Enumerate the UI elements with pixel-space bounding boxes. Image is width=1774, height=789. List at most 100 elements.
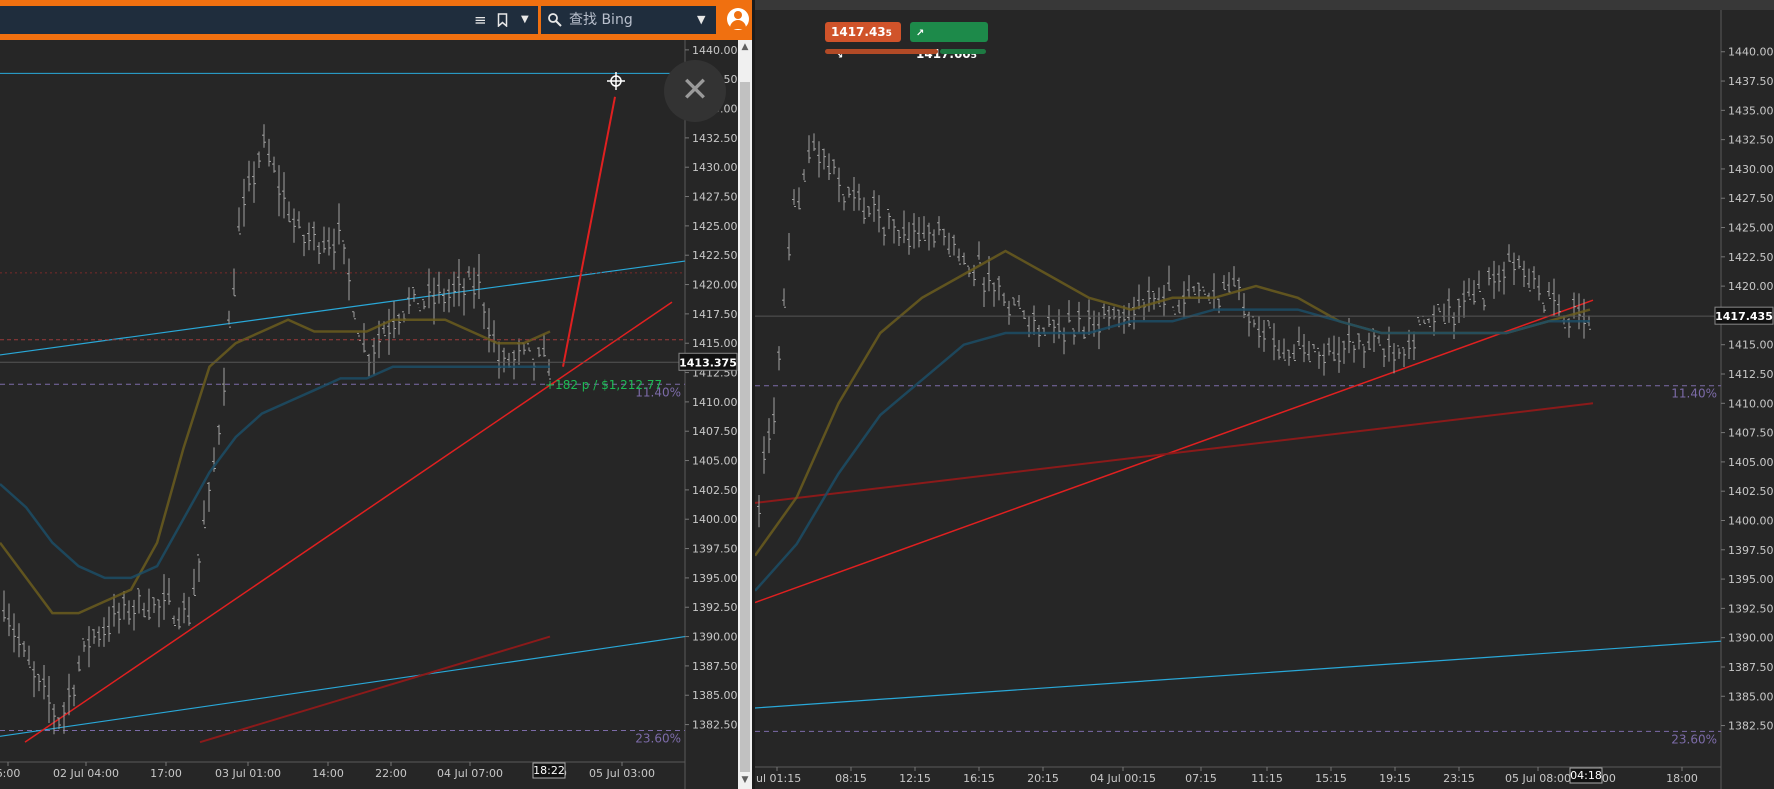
price-tick-label: 1425.00 bbox=[692, 220, 738, 233]
trend-line-red bbox=[755, 299, 1594, 604]
trend-line-red-projection bbox=[562, 96, 616, 367]
trend-line-cyan-lower bbox=[755, 640, 1722, 709]
price-tick-label: 1407.50 bbox=[1728, 427, 1774, 440]
time-tick-label: 15:15 bbox=[1315, 772, 1347, 785]
right-chart[interactable]: 1440.00 1437.50 1435.00 1432.50 1430.00 1427.… bbox=[755, 0, 1774, 789]
time-tick-label: 19:15 bbox=[1379, 772, 1411, 785]
price-tick-label: 1412.50 bbox=[1728, 368, 1774, 381]
search-input[interactable]: 查找 Bing bbox=[569, 6, 633, 34]
price-tick-label: 1440.00 bbox=[692, 44, 738, 57]
fib-level-label: 23.60% bbox=[1671, 732, 1717, 746]
time-tick-label: 17:00 bbox=[150, 767, 182, 780]
trend-line-cyan-lower bbox=[0, 635, 686, 737]
time-tick-label: 03 Jul 01:00 bbox=[215, 767, 281, 780]
price-tick-label: 1402.50 bbox=[692, 484, 738, 497]
avatar-icon bbox=[727, 8, 749, 30]
time-tick-label: 14:00 bbox=[312, 767, 344, 780]
price-tick-label: 1427.50 bbox=[1728, 192, 1774, 205]
price-tick-label: 1435.00 bbox=[1728, 104, 1774, 117]
price-tick-label: 1395.00 bbox=[1728, 573, 1774, 586]
bid-volume-bar bbox=[940, 49, 986, 54]
ask-volume-bar bbox=[825, 49, 938, 54]
profile-button[interactable] bbox=[724, 6, 752, 34]
left-chart[interactable]: 1440.001437.501435.001432.501430.001427.… bbox=[0, 40, 738, 789]
price-tick-label: 1395.00 bbox=[692, 572, 738, 585]
scroll-up-arrow-icon[interactable]: ▲ bbox=[738, 40, 752, 54]
price-tick-label: 1432.50 bbox=[692, 132, 738, 145]
trend-line-dark-red bbox=[755, 402, 1594, 504]
price-tick-label: 1410.00 bbox=[692, 396, 738, 409]
price-tick-label: 1382.50 bbox=[1728, 720, 1774, 733]
ask-price: 1417.43 bbox=[831, 25, 886, 39]
price-tick-label: 1400.00 bbox=[692, 513, 738, 526]
price-tick-label: 1422.50 bbox=[1728, 251, 1774, 264]
search-dropdown-icon[interactable]: ▼ bbox=[697, 6, 705, 34]
time-tick-label: 6:00 bbox=[0, 767, 20, 780]
price-tick-label: 1415.00 bbox=[692, 337, 738, 350]
scroll-thumb[interactable] bbox=[740, 82, 750, 772]
current-price-label: 1413.375 bbox=[679, 356, 737, 369]
moving-average-line bbox=[0, 365, 550, 580]
left-browser-window: 1440.001437.501435.001432.501430.001427.… bbox=[0, 0, 752, 789]
fib-level-label: 23.60% bbox=[635, 731, 681, 745]
time-tick-label: 22:00 bbox=[375, 767, 407, 780]
trend-line-cyan-upper bbox=[0, 260, 686, 356]
price-tick-label: 1400.00 bbox=[1728, 514, 1774, 527]
price-tick-label: 1390.00 bbox=[692, 631, 738, 644]
price-tick-label: 1425.00 bbox=[1728, 222, 1774, 235]
price-tick-label: 1385.00 bbox=[1728, 690, 1774, 703]
price-tick-label: 1392.50 bbox=[692, 601, 738, 614]
price-tick-label: 1397.50 bbox=[692, 543, 738, 556]
trend-line-dark-red bbox=[199, 635, 551, 744]
dropdown-arrow-icon[interactable]: ▼ bbox=[521, 6, 529, 34]
price-tick-label: 1420.00 bbox=[692, 279, 738, 292]
price-tick-label: 1437.50 bbox=[1728, 75, 1774, 88]
time-tick-label: 08:15 bbox=[835, 772, 867, 785]
vertical-scrollbar[interactable]: ▲ ▼ bbox=[738, 40, 752, 789]
trade-pnl-label: +182 p / $1,212.77 bbox=[545, 378, 662, 392]
close-icon[interactable]: ✕ bbox=[664, 60, 726, 122]
price-tick-label: 1417.50 bbox=[692, 308, 738, 321]
price-axis-panel bbox=[685, 40, 738, 789]
time-tick-label: 16:15 bbox=[963, 772, 995, 785]
time-tick-label: 04 Jul 07:00 bbox=[437, 767, 503, 780]
price-tick-label: 1422.50 bbox=[692, 249, 738, 262]
price-tick-label: 1427.50 bbox=[692, 191, 738, 204]
cursor-time-label: 18:22 bbox=[533, 764, 565, 777]
time-tick-label: Jul 01:15 bbox=[755, 772, 801, 785]
price-tick-label: 1415.00 bbox=[1728, 339, 1774, 352]
price-tick-label: 1430.00 bbox=[1728, 163, 1774, 176]
current-price-label: 1417.435 bbox=[1715, 310, 1773, 323]
arrow-up-right-icon: ↗ bbox=[916, 28, 925, 39]
browser-toolbar: ≡ ▼ 查找 Bing ▼ bbox=[0, 0, 752, 40]
price-tick-label: 1432.50 bbox=[1728, 134, 1774, 147]
price-tick-label: 1390.00 bbox=[1728, 632, 1774, 645]
price-tick-label: 1387.50 bbox=[692, 660, 738, 673]
time-tick-label: 07:15 bbox=[1185, 772, 1217, 785]
moving-average-line bbox=[755, 249, 1591, 557]
time-tick-label: 02 Jul 04:00 bbox=[53, 767, 119, 780]
moving-average-line bbox=[755, 308, 1590, 592]
search-icon bbox=[547, 6, 563, 37]
address-bar[interactable]: ≡ ▼ bbox=[0, 6, 538, 34]
bid-price-button[interactable]: ↗ 1417.605 bbox=[910, 22, 988, 61]
ask-price-button[interactable]: 1417.435 ↘ bbox=[825, 22, 901, 61]
price-tick-label: 1392.50 bbox=[1728, 602, 1774, 615]
price-tick-label: 1402.50 bbox=[1728, 485, 1774, 498]
fib-level-label: 11.40% bbox=[1671, 387, 1717, 401]
right-chart-window: 1440.00 1437.50 1435.00 1432.50 1430.00 1427.… bbox=[755, 0, 1774, 789]
scroll-down-arrow-icon[interactable]: ▼ bbox=[738, 773, 752, 787]
time-tick-label: 04 Jul 00:15 bbox=[1090, 772, 1156, 785]
price-tick-label: 1405.00 bbox=[1728, 456, 1774, 469]
price-tick-label: 1387.50 bbox=[1728, 661, 1774, 674]
time-tick-label: 12:15 bbox=[899, 772, 931, 785]
time-tick-label: 23:15 bbox=[1443, 772, 1475, 785]
trend-line-red bbox=[24, 301, 673, 743]
price-tick-label: 1405.00 bbox=[692, 455, 738, 468]
reading-list-icon[interactable]: ≡ bbox=[474, 6, 487, 34]
cursor-time-label: 04:18 bbox=[1570, 769, 1602, 782]
bing-search-box[interactable]: 查找 Bing ▼ bbox=[541, 6, 716, 34]
price-tick-label: 1440.00 bbox=[1728, 46, 1774, 59]
time-tick-label: 20:15 bbox=[1027, 772, 1059, 785]
bookmark-icon[interactable] bbox=[497, 6, 508, 36]
